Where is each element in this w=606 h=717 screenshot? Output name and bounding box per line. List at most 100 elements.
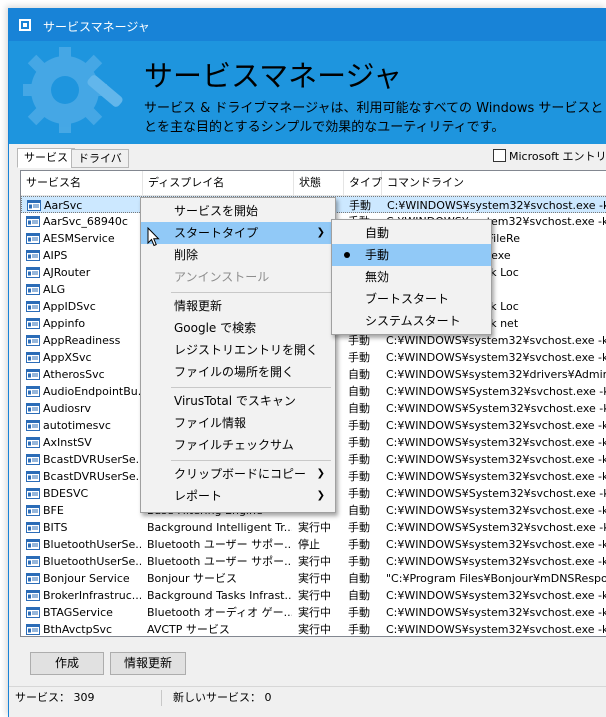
cell-type: 手動 (348, 538, 370, 551)
cell-cmd: C:¥WINDOWS¥system32¥svchost.exe -k Loc (386, 504, 606, 517)
cell-cmd: C:¥WINDOWS¥system32¥svchost.exe -k Bth (386, 538, 606, 551)
menu-separator (171, 460, 331, 461)
cell-type: 手動 (348, 623, 370, 636)
cell-cmd: C:¥WINDOWS¥system32¥svchost.exe -k Loc (386, 623, 606, 636)
menu-item-start-service[interactable]: サービスを開始 (141, 200, 335, 222)
cell-cmd: C:¥WINDOWS¥system32¥svchost.exe -k Bth (386, 555, 606, 568)
menu-item-report[interactable]: レポート ❯ (141, 485, 335, 507)
cell-display: AVCTP サービス (147, 623, 230, 636)
checkbox-box[interactable] (493, 149, 506, 162)
cell-type: 自動 (348, 572, 370, 585)
cell-status: 実行中 (298, 555, 331, 568)
menu-item-file-checksum[interactable]: ファイルチェックサム (141, 434, 335, 456)
cell-display: Bluetooth ユーザー サポー... (147, 538, 292, 551)
service-window-icon (26, 301, 40, 312)
refresh-button[interactable]: 情報更新 (110, 652, 186, 675)
cell-type: 自動 (348, 504, 370, 517)
title-bar[interactable]: サービスマネージャ (9, 9, 606, 41)
cell-cmd: C:¥WINDOWS¥system32¥svchost.exe -k wsa (386, 351, 606, 364)
service-window-icon (26, 233, 40, 244)
submenu-item-auto[interactable]: 自動 (332, 222, 491, 244)
cell-name: AppReadiness (43, 334, 121, 347)
cell-name: BFE (43, 504, 64, 517)
service-window-icon (26, 607, 40, 618)
create-button[interactable]: 作成 (30, 652, 104, 675)
table-row[interactable]: BITS Background Intelligent Tr... 実行中 手動 C:¥… (21, 519, 606, 536)
cell-display: Bonjour サービス (147, 572, 238, 585)
menu-item-virustotal[interactable]: VirusTotal でスキャン (141, 390, 335, 412)
cell-cmd: C:¥WINDOWS¥system32¥svchost.exe -k Loc (386, 606, 606, 619)
menu-item-open-file-location[interactable]: ファイルの場所を開く (141, 361, 335, 383)
service-count: サービス： 309 (15, 691, 95, 704)
service-window-icon (26, 624, 40, 635)
service-window-icon (26, 267, 40, 278)
table-row[interactable]: BluetoothUserSe... Bluetooth ユーザー サポー... 実… (21, 553, 606, 570)
tab-services[interactable]: サービス (17, 148, 75, 168)
table-row[interactable]: Bonjour Service Bonjour サービス 実行中 自動 "C:¥Prog… (21, 570, 606, 587)
cell-name: BTAGService (43, 606, 113, 619)
cell-name: BDESVC (43, 487, 89, 500)
column-header-type[interactable]: タイプ (344, 171, 382, 195)
cell-name: BITS (43, 521, 68, 534)
app-title: サービスマネージャ (144, 59, 403, 93)
column-header-command[interactable]: コマンドライン (382, 171, 606, 195)
submenu-item-disabled[interactable]: 無効 (332, 266, 491, 288)
cell-cmd: C:¥WINDOWS¥System32¥svchost.exe -k net (386, 487, 606, 500)
menu-item-uninstall: アンインストール (174, 270, 270, 284)
cell-name: BrokerInfrastruc... (43, 589, 141, 602)
service-window-icon (26, 284, 40, 295)
menu-item-open-registry[interactable]: レジストリエントリを開く (141, 339, 335, 361)
context-menu: サービスを開始 スタートタイプ ❯ 削除 アンインストール 情報更新 Google… (140, 197, 336, 513)
column-header-name[interactable]: サービス名 (21, 171, 143, 195)
cell-type: 手動 (348, 351, 370, 364)
chevron-right-icon: ❯ (316, 468, 325, 479)
tab-drivers[interactable]: ドライバ (71, 149, 129, 168)
cell-type: 自動 (348, 385, 370, 398)
submenu-item-boot-start[interactable]: ブートスタート (332, 288, 491, 310)
service-window-icon (26, 369, 40, 380)
table-row[interactable]: BTAGService Bluetooth オーディオ ゲー... 実行中 手動 C:¥… (21, 604, 606, 621)
table-row[interactable]: BrokerInfrastruc... Background Tasks Infr… (21, 587, 606, 604)
cell-display: Bluetooth オーディオ ゲー... (147, 606, 292, 619)
checkbox-label: Microsoft エントリを非 (509, 150, 606, 163)
service-window-icon (26, 420, 40, 431)
table-row[interactable]: BthAvctpSvc AVCTP サービス 実行中 手動 C:¥WINDOWS¥sys… (21, 621, 606, 636)
cell-status: 実行中 (298, 606, 331, 619)
cell-name: AudioEndpointBu... (43, 385, 141, 398)
cell-cmd: "C:¥Program Files¥Bonjour¥mDNSResponder.… (386, 572, 606, 585)
menu-item-file-info[interactable]: ファイル情報 (141, 412, 335, 434)
cell-display: Background Tasks Infrast... (147, 589, 292, 602)
cell-type: 手動 (348, 521, 370, 534)
submenu-item-system-start[interactable]: システムスタート (332, 310, 491, 332)
cell-cmd: C:¥WINDOWS¥system32¥svchost.exe -k Bca (386, 470, 606, 483)
service-window-icon (26, 318, 40, 329)
cell-type: 手動 (348, 487, 370, 500)
cell-name: AarSvc_68940c (43, 215, 128, 228)
cell-name: AIPS (43, 249, 68, 262)
service-window-icon (26, 216, 40, 227)
menu-item-delete[interactable]: 削除 (141, 244, 335, 266)
cell-type: 手動 (348, 436, 370, 449)
gear-wrench-icon (23, 47, 123, 133)
chevron-right-icon: ❯ (316, 227, 325, 238)
cell-name: AppIDSvc (43, 300, 96, 313)
cell-type: 手動 (348, 606, 370, 619)
bottom-button-bar: 作成 情報更新 (9, 638, 606, 688)
startup-type-submenu: 自動 手動 無効 ブートスタート システムスタート (331, 219, 492, 335)
menu-item-refresh[interactable]: 情報更新 (141, 295, 335, 317)
menu-separator (171, 292, 331, 293)
cell-name: autotimesvc (43, 419, 111, 432)
cell-cmd: C:¥WINDOWS¥system32¥drivers¥AdminServ (386, 368, 606, 381)
radio-dot-icon (344, 252, 350, 258)
cell-display: Background Intelligent Tr... (147, 521, 292, 534)
hide-microsoft-checkbox[interactable]: Microsoft エントリを非 (493, 148, 606, 164)
menu-item-startup-type[interactable]: スタートタイプ ❯ (141, 222, 335, 244)
table-row[interactable]: BluetoothUserSe... Bluetooth ユーザー サポー... 停… (21, 536, 606, 553)
menu-item-google-search[interactable]: Google で検索 (141, 317, 335, 339)
submenu-item-manual[interactable]: 手動 (332, 244, 491, 266)
column-header-display[interactable]: ディスプレイ名 (143, 171, 294, 195)
menu-item-copy-clipboard[interactable]: クリップボードにコピー ❯ (141, 463, 335, 485)
cell-name: BthAvctpSvc (43, 623, 113, 636)
column-header-status[interactable]: 状態 (294, 171, 344, 195)
cell-cmd: C:¥WINDOWS¥system32¥svchost.exe -k aut (386, 419, 606, 432)
